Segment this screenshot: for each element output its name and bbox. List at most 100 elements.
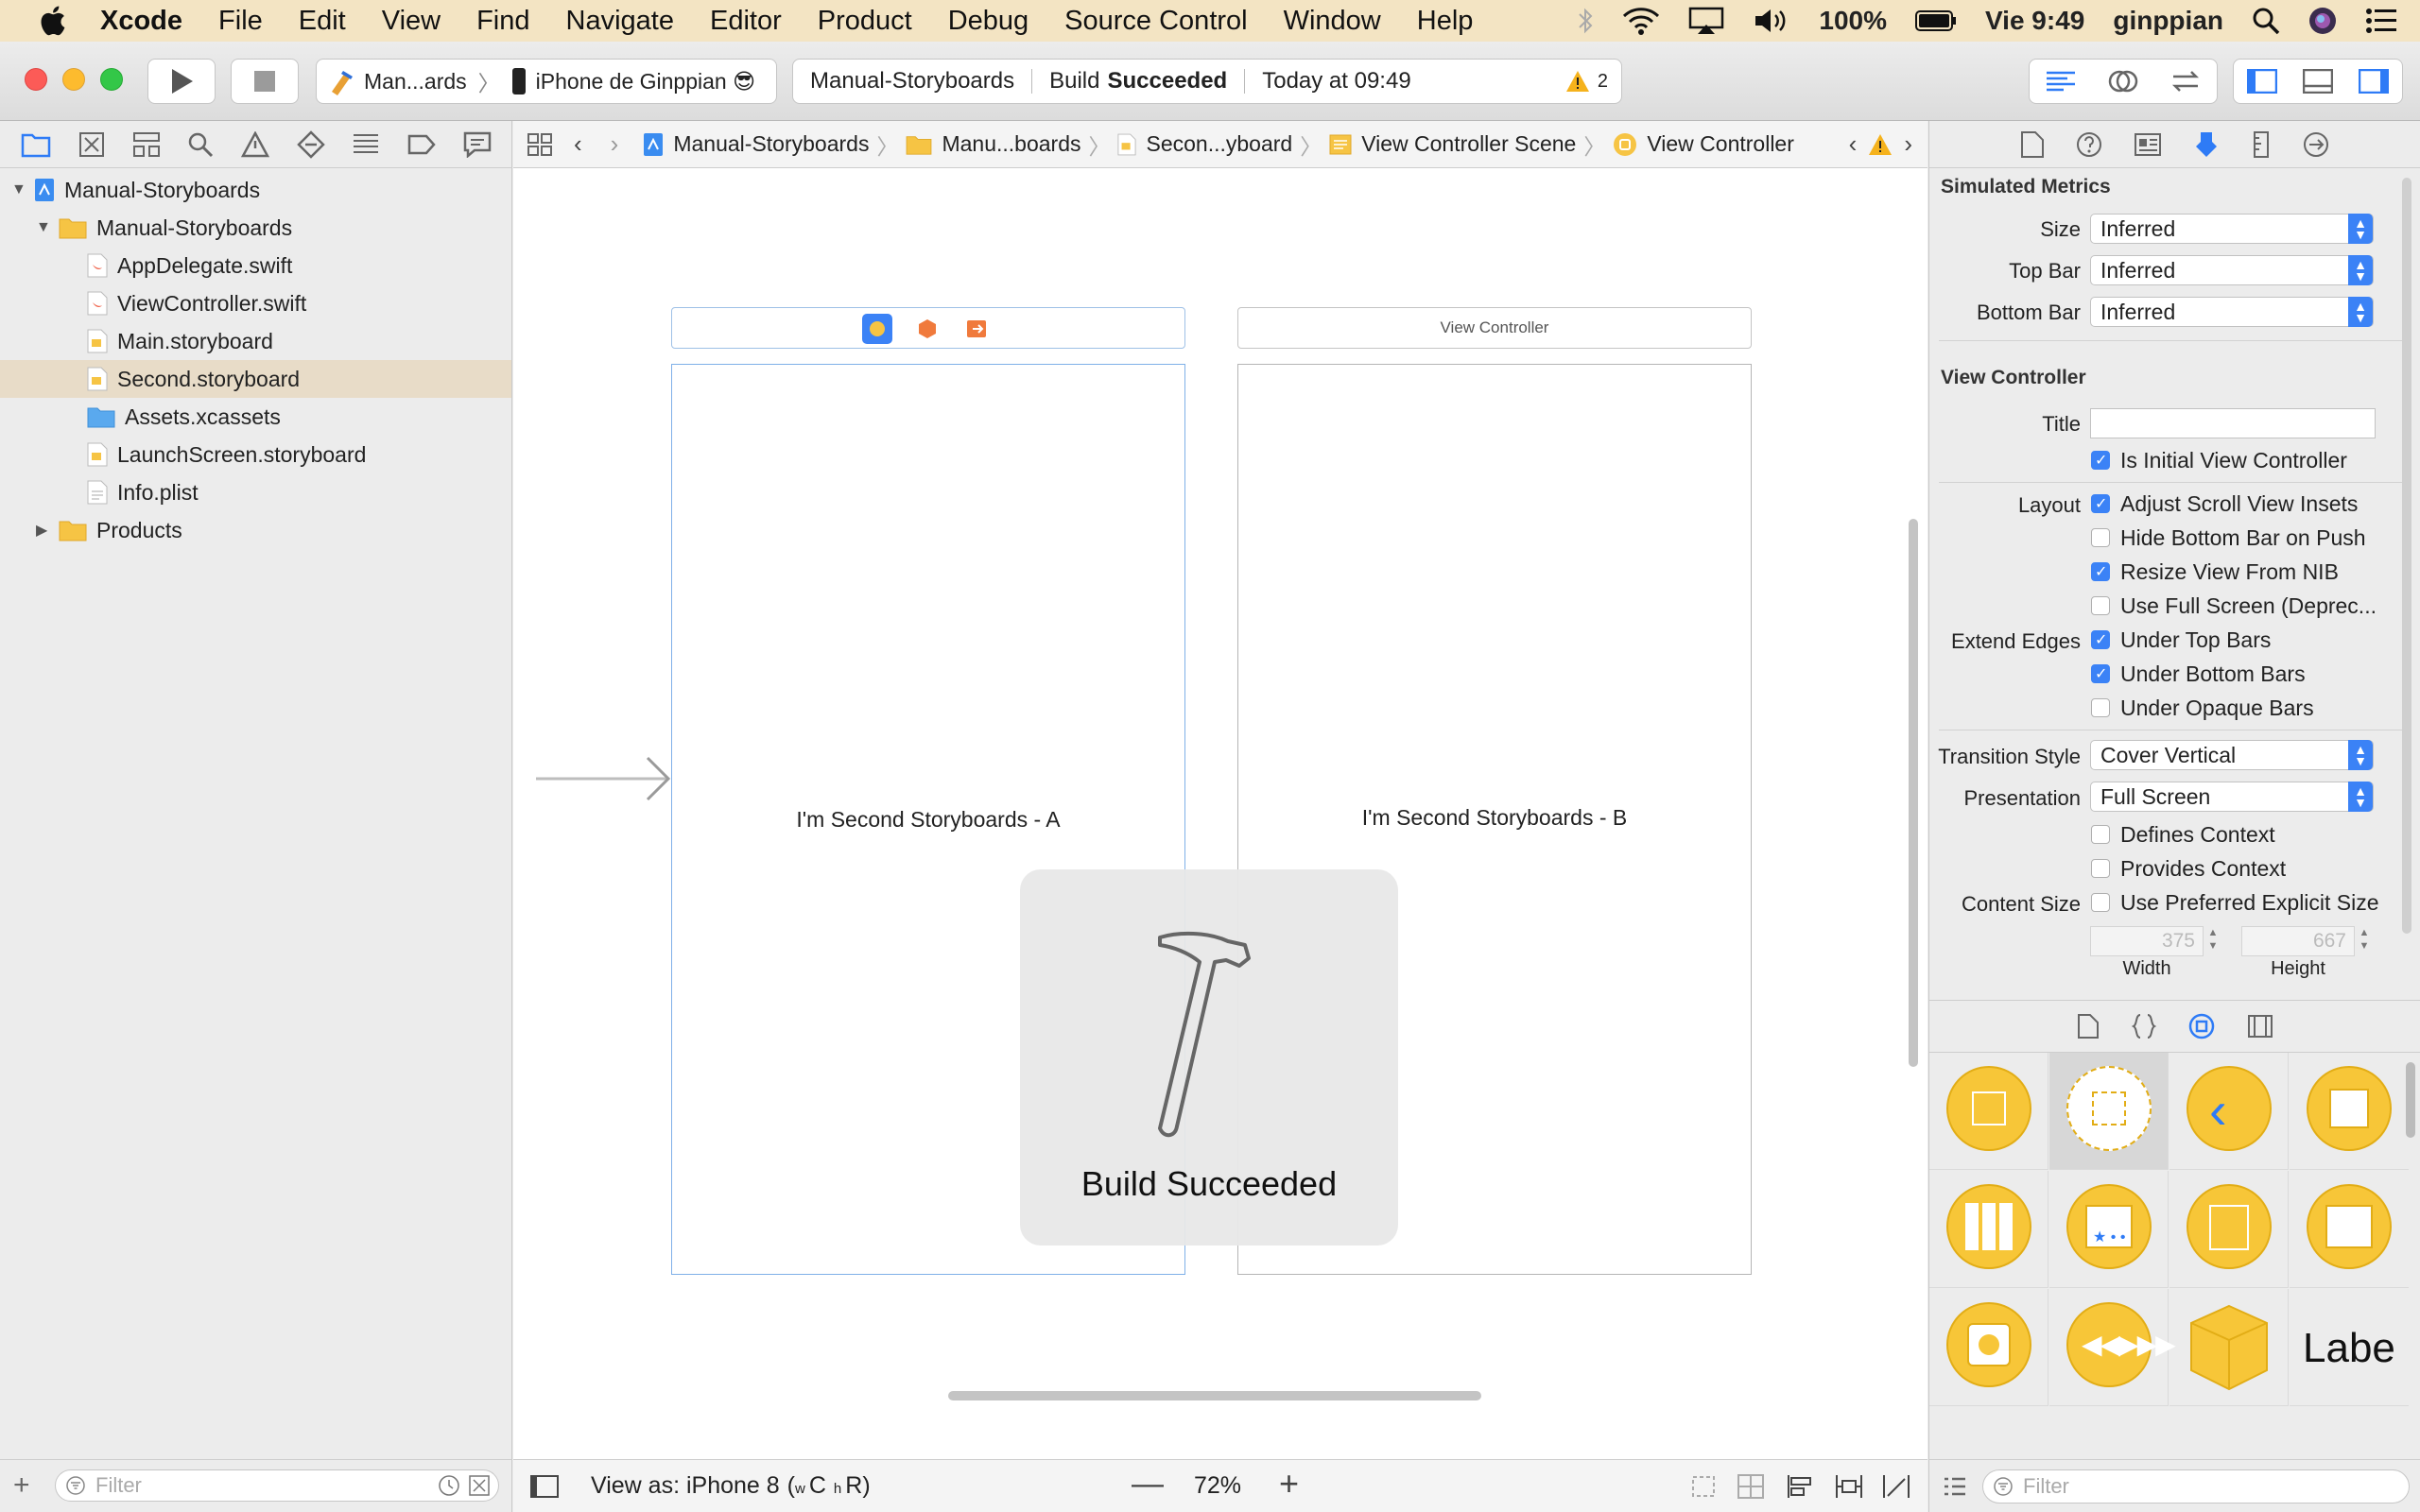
exit-icon[interactable] <box>965 318 988 340</box>
warning-icon[interactable] <box>1565 70 1590 93</box>
navigator-toggle-icon[interactable] <box>2246 69 2277 94</box>
library-object[interactable] <box>2169 1289 2289 1406</box>
project-navigator-icon[interactable] <box>21 131 51 158</box>
tree-item-viewcontroller[interactable]: ViewController.swift <box>0 284 511 322</box>
bluetooth-icon[interactable] <box>1577 7 1594 35</box>
library-label[interactable]: Labe <box>2290 1289 2409 1406</box>
zoom-out-button[interactable]: — <box>1132 1466 1164 1503</box>
attributes-inspector-icon[interactable] <box>2192 130 2221 159</box>
menu-find[interactable]: Find <box>476 6 529 37</box>
jumpbar-crumb-vc[interactable]: View Controller <box>1647 131 1794 157</box>
zoom-level[interactable]: 72% <box>1194 1472 1241 1500</box>
apple-menu-icon[interactable] <box>38 5 66 37</box>
airplay-icon[interactable] <box>1688 7 1724 35</box>
scheme-selector[interactable]: Man...ards 〉 iPhone de Ginppian 😎 <box>316 59 777 104</box>
inspector-scrollbar[interactable] <box>2402 178 2411 934</box>
menu-product[interactable]: Product <box>818 6 912 37</box>
standard-editor-icon[interactable] <box>2045 69 2077 94</box>
menu-navigate[interactable]: Navigate <box>566 6 674 37</box>
debug-area-toggle-icon[interactable] <box>2302 69 2333 94</box>
library-av-player-view-controller[interactable]: ◀◀▶▶▶ <box>2049 1289 2176 1406</box>
scene-a-dock[interactable] <box>671 307 1185 349</box>
user-name[interactable]: ginppian <box>2113 6 2223 36</box>
file-template-library-icon[interactable] <box>2077 1013 2100 1040</box>
tree-item-main-storyboard[interactable]: Main.storyboard <box>0 322 511 360</box>
library-page-view-controller[interactable] <box>2290 1171 2409 1288</box>
menu-source-control[interactable]: Source Control <box>1064 6 1247 37</box>
view-controller-dock-icon[interactable] <box>862 314 892 344</box>
resize-nib-checkbox[interactable] <box>2091 562 2110 581</box>
volume-icon[interactable] <box>1753 7 1790 35</box>
size-inspector-icon[interactable] <box>2251 130 2272 159</box>
tree-item-launchscreen[interactable]: LaunchScreen.storyboard <box>0 436 511 473</box>
bottom-bar-popup[interactable]: Inferred ▲ ▼ <box>2090 297 2374 327</box>
warning-icon[interactable] <box>1868 133 1893 156</box>
assistant-editor-icon[interactable] <box>2107 67 2139 95</box>
library-collection-view-controller[interactable] <box>1929 1171 2048 1288</box>
find-navigator-icon[interactable] <box>187 131 214 158</box>
library-tab-bar-controller[interactable]: ★ • • <box>2049 1171 2169 1288</box>
jumpbar-crumb-scene[interactable]: View Controller Scene <box>1361 131 1576 157</box>
under-bottom-bars-checkbox[interactable] <box>2091 664 2110 683</box>
document-outline-toggle-icon[interactable] <box>530 1475 559 1498</box>
tree-item-appdelegate[interactable]: AppDelegate.swift <box>0 247 511 284</box>
resolve-autolayout-icon[interactable] <box>1882 1473 1910 1500</box>
zoom-window-button[interactable] <box>100 68 123 91</box>
full-screen-checkbox[interactable] <box>2091 596 2110 615</box>
jumpbar-crumb-group[interactable]: Manu...boards <box>942 131 1080 157</box>
library-glkit-view-controller[interactable] <box>1929 1289 2048 1406</box>
menu-window[interactable]: Window <box>1284 6 1381 37</box>
debug-navigator-icon[interactable] <box>352 132 380 157</box>
menu-editor[interactable]: Editor <box>710 6 782 37</box>
close-window-button[interactable] <box>25 68 47 91</box>
top-bar-popup[interactable]: Inferred ▲ ▼ <box>2090 255 2374 285</box>
connections-inspector-icon[interactable] <box>2302 130 2330 159</box>
embed-in-stack-icon[interactable] <box>1737 1473 1765 1500</box>
tree-item-group[interactable]: ▼ Manual-Storyboards <box>0 209 511 247</box>
tree-item-second-storyboard[interactable]: Second.storyboard <box>0 360 511 398</box>
preferred-size-checkbox[interactable] <box>2091 893 2110 912</box>
wifi-icon[interactable] <box>1622 7 1660 35</box>
quick-help-icon[interactable] <box>2075 130 2103 159</box>
related-items-icon[interactable] <box>527 132 553 157</box>
jumpbar-crumb-file[interactable]: Secon...yboard <box>1146 131 1292 157</box>
stop-button[interactable] <box>231 59 299 104</box>
defines-context-checkbox[interactable] <box>2091 825 2110 844</box>
tree-item-products[interactable]: ▶ Products <box>0 511 511 549</box>
scene-a-label[interactable]: I'm Second Storyboards - A <box>672 807 1184 833</box>
is-initial-checkbox[interactable] <box>2091 451 2110 470</box>
tree-item-assets[interactable]: Assets.xcassets <box>0 398 511 436</box>
menu-app-name[interactable]: Xcode <box>100 6 182 37</box>
menu-view[interactable]: View <box>382 6 441 37</box>
list-view-toggle-icon[interactable] <box>1943 1476 1967 1497</box>
jumpbar-crumb-project[interactable]: Manual-Storyboards <box>673 131 869 157</box>
under-top-bars-checkbox[interactable] <box>2091 630 2110 649</box>
issue-navigator-icon[interactable] <box>240 130 269 158</box>
update-frames-icon[interactable] <box>1689 1473 1718 1500</box>
under-opaque-bars-checkbox[interactable] <box>2091 698 2110 717</box>
forward-arrow-icon[interactable]: › <box>611 129 619 159</box>
tree-item-info-plist[interactable]: Info.plist <box>0 473 511 511</box>
view-as-device-button[interactable]: View as: iPhone 8 ( w C h R ) <box>591 1472 871 1500</box>
provides-context-checkbox[interactable] <box>2091 859 2110 878</box>
breakpoint-navigator-icon[interactable] <box>407 134 436 155</box>
library-scrollbar[interactable] <box>2406 1062 2415 1138</box>
library-view-controller[interactable] <box>1929 1053 2048 1170</box>
previous-issue-icon[interactable]: ‹ <box>1849 129 1858 159</box>
menu-edit[interactable]: Edit <box>299 6 346 37</box>
disclosure-closed-icon[interactable]: ▶ <box>36 521 59 540</box>
utilities-toggle-icon[interactable] <box>2359 69 2390 94</box>
transition-style-popup[interactable]: Cover Vertical ▲ ▼ <box>2090 740 2374 770</box>
scene-b-title-bar[interactable]: View Controller <box>1237 307 1752 349</box>
first-responder-icon[interactable] <box>916 318 939 340</box>
media-library-icon[interactable] <box>2247 1014 2273 1039</box>
recent-files-icon[interactable] <box>438 1474 460 1497</box>
source-control-navigator-icon[interactable] <box>78 131 105 158</box>
hide-bottom-checkbox[interactable] <box>2091 528 2110 547</box>
run-button[interactable] <box>147 59 216 104</box>
tree-item-project[interactable]: ▼ Manual-Storyboards <box>0 171 511 209</box>
code-snippet-library-icon[interactable] <box>2132 1013 2156 1040</box>
clock[interactable]: Vie 9:49 <box>1985 6 2084 36</box>
disclosure-open-icon[interactable]: ▼ <box>36 219 59 236</box>
warning-count[interactable]: 2 <box>1598 71 1608 93</box>
